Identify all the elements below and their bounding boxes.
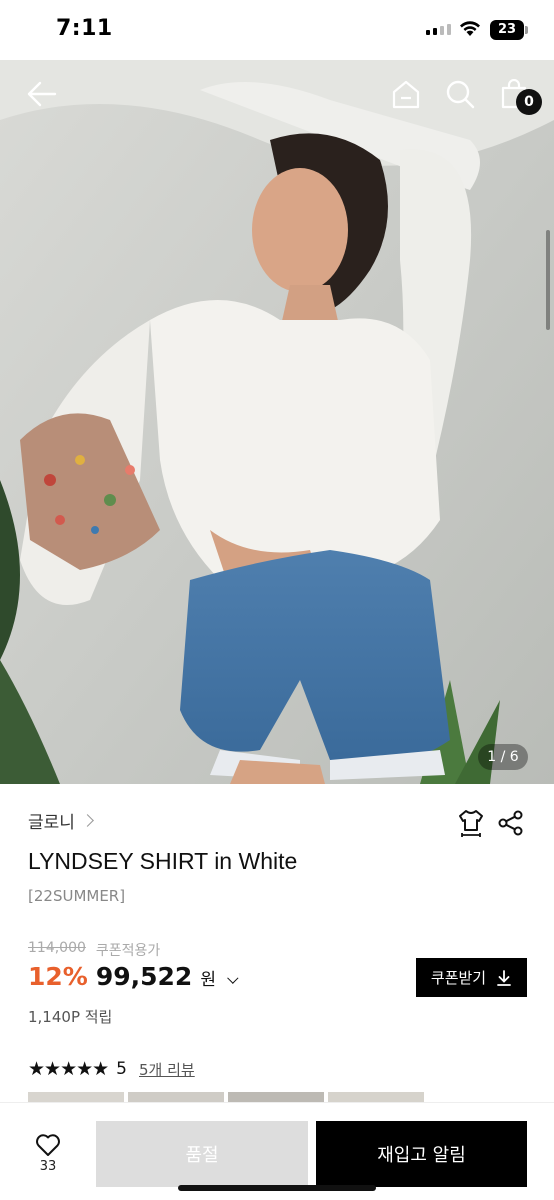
discount-rate: 12% [28, 962, 88, 991]
search-icon [446, 80, 475, 109]
review-thumbnail[interactable] [328, 1092, 424, 1102]
wifi-icon [460, 21, 480, 36]
arrow-left-icon [27, 81, 57, 107]
chevron-right-icon [81, 814, 94, 827]
original-price-row: 114,000 쿠폰적용가 [28, 940, 160, 960]
shirt-size-icon [459, 810, 483, 837]
share-button[interactable] [494, 806, 528, 840]
download-icon [497, 969, 511, 986]
heart-icon [36, 1134, 60, 1156]
rating-stars-icon: ★★★★★ [28, 1058, 109, 1080]
battery-icon: 23 [490, 20, 528, 40]
review-summary: ★★★★★ 5 5개 리뷰 [28, 1058, 195, 1080]
coupon-button-label: 쿠폰받기 [430, 969, 487, 987]
sale-price: 99,522 [95, 962, 193, 991]
product-photo [0, 60, 554, 784]
bottom-action-bar: 33 품절 재입고 알림 [0, 1102, 554, 1200]
sold-out-button[interactable]: 품절 [96, 1121, 308, 1187]
like-count: 33 [39, 1159, 57, 1174]
product-title: LYNDSEY SHIRT in White [28, 848, 298, 874]
like-button[interactable]: 33 [22, 1133, 74, 1181]
back-button[interactable] [20, 76, 64, 112]
home-button[interactable] [386, 74, 426, 114]
search-button[interactable] [440, 74, 480, 114]
brand-link[interactable]: 글로니 [28, 808, 94, 833]
cellular-signal-icon [426, 24, 451, 35]
coupon-price-label: 쿠폰적용가 [95, 943, 161, 959]
reward-points: 1,140P 적립 [28, 1008, 113, 1026]
home-icon [392, 80, 420, 109]
coupon-download-button[interactable]: 쿠폰받기 [416, 958, 527, 997]
cart-count-badge: 0 [516, 89, 542, 115]
chevron-down-icon[interactable] [227, 972, 239, 984]
status-bar: 7:11 23 [0, 0, 554, 60]
status-time: 7:11 [56, 16, 113, 41]
review-thumbnail[interactable] [228, 1092, 324, 1102]
scrollbar-thumb[interactable] [546, 230, 550, 330]
rating-value: 5 [116, 1059, 127, 1079]
review-thumbnail[interactable] [128, 1092, 224, 1102]
currency-label: 원 [200, 970, 216, 990]
brand-name: 글로니 [28, 813, 75, 833]
home-indicator[interactable] [178, 1185, 376, 1191]
restock-alert-button[interactable]: 재입고 알림 [316, 1121, 527, 1187]
review-thumbnails [28, 1092, 424, 1102]
review-thumbnail[interactable] [28, 1092, 124, 1102]
price-row[interactable]: 12% 99,522 원 [28, 962, 239, 991]
product-season: [22SUMMER] [28, 887, 126, 905]
size-guide-button[interactable] [454, 806, 488, 840]
review-count-link[interactable]: 5개 리뷰 [139, 1059, 195, 1080]
original-price: 114,000 [28, 940, 86, 956]
gallery-page-indicator: 1 / 6 [478, 744, 528, 770]
product-image-gallery[interactable]: 0 1 / 6 [0, 60, 554, 784]
share-icon [498, 810, 523, 836]
